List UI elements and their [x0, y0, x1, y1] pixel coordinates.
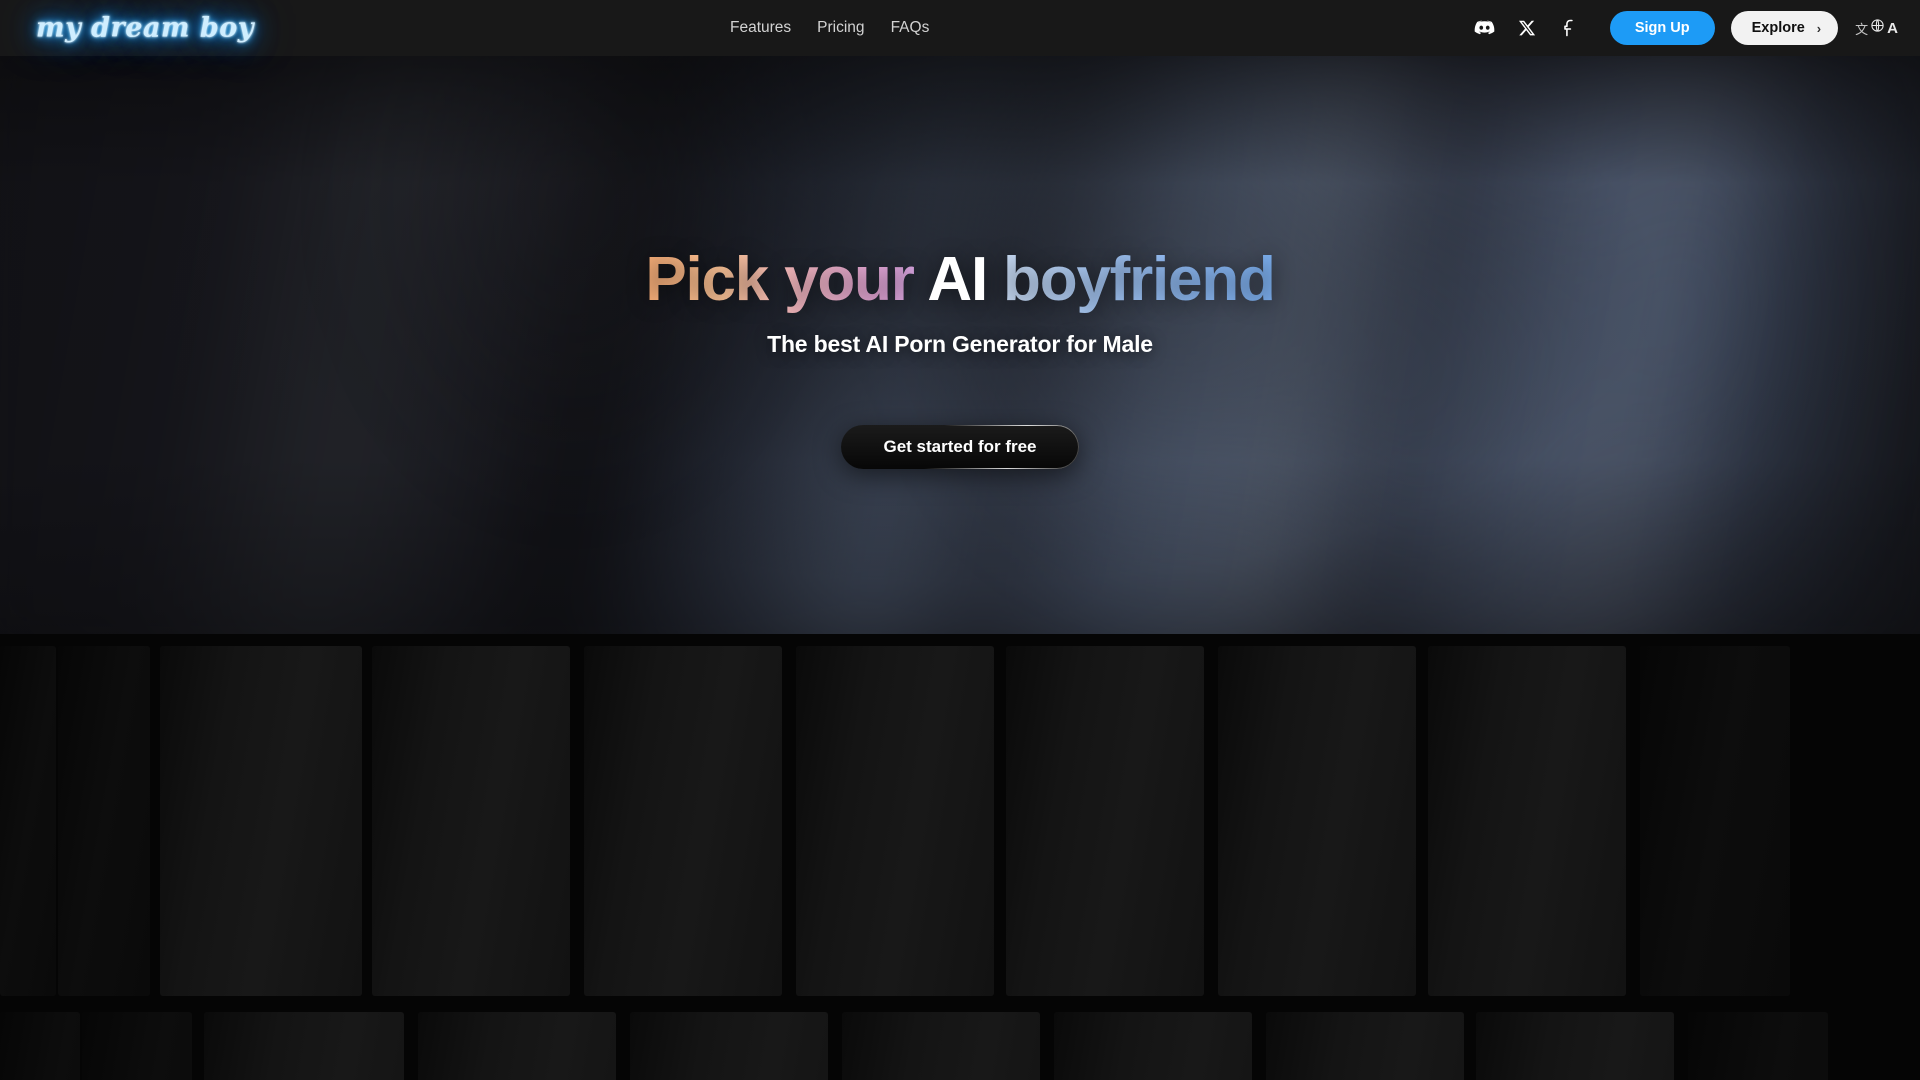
- site-header: my dream boy Features Pricing FAQs Sign …: [0, 0, 1920, 56]
- header-actions: Sign Up Explore › 文 A: [1464, 8, 1898, 48]
- gallery-card[interactable]: [1006, 646, 1204, 996]
- gallery-gap: [1252, 1012, 1266, 1080]
- gallery-gap: [828, 1012, 842, 1080]
- nav-item-pricing[interactable]: Pricing: [817, 19, 864, 37]
- gallery-card[interactable]: [0, 646, 56, 996]
- explore-button[interactable]: Explore ›: [1730, 11, 1839, 45]
- gallery-gap: [1674, 1012, 1688, 1080]
- gallery-card[interactable]: [1640, 646, 1790, 996]
- site-logo[interactable]: my dream boy: [36, 13, 254, 44]
- facebook-icon[interactable]: [1548, 8, 1590, 48]
- hero-cta-wrapper: Get started for free: [841, 425, 1079, 469]
- page-title: Pick your AI boyfriend: [645, 249, 1276, 311]
- hero-subtitle: The best AI Porn Generator for Male: [767, 331, 1153, 357]
- gallery-card[interactable]: [1054, 1012, 1252, 1080]
- gallery-card[interactable]: [584, 646, 782, 996]
- gallery-gap: [1464, 1012, 1476, 1080]
- gallery-gap: [994, 646, 1006, 996]
- x-twitter-icon[interactable]: [1506, 8, 1548, 48]
- gallery-gap: [1040, 1012, 1054, 1080]
- headline-part-2: AI: [927, 245, 1004, 314]
- gallery-section: [0, 634, 1920, 1080]
- gallery-gap: [404, 1012, 418, 1080]
- gallery-card[interactable]: [160, 646, 362, 996]
- gallery-row-2: [0, 1012, 1920, 1080]
- gallery-card[interactable]: [630, 1012, 828, 1080]
- headline-part-1: Pick your: [645, 245, 928, 314]
- gallery-card[interactable]: [418, 1012, 616, 1080]
- explore-button-label: Explore: [1751, 20, 1805, 36]
- discord-icon[interactable]: [1464, 8, 1506, 48]
- gallery-gap: [1204, 646, 1218, 996]
- gallery-card[interactable]: [1688, 1012, 1828, 1080]
- gallery-card[interactable]: [796, 646, 994, 996]
- gallery-card[interactable]: [1218, 646, 1416, 996]
- gallery-gap: [362, 646, 372, 996]
- gallery-card[interactable]: [58, 646, 150, 996]
- gallery-gap: [1626, 646, 1640, 996]
- gallery-card[interactable]: [842, 1012, 1040, 1080]
- headline-part-3: boyfriend: [1003, 245, 1276, 314]
- gallery-gap: [570, 646, 584, 996]
- gallery-card[interactable]: [82, 1012, 192, 1080]
- nav-item-features[interactable]: Features: [730, 19, 791, 37]
- gallery-gap: [150, 646, 160, 996]
- sign-up-button[interactable]: Sign Up: [1609, 11, 1715, 45]
- chinese-glyph-icon: 文: [1855, 21, 1869, 37]
- gallery-gap: [782, 646, 796, 996]
- hero-section: Pick your AI boyfriend The best AI Porn …: [0, 56, 1920, 634]
- gallery-card[interactable]: [372, 646, 570, 996]
- gallery-gap: [616, 1012, 630, 1080]
- gallery-gap: [192, 1012, 204, 1080]
- gallery-card[interactable]: [1428, 646, 1626, 996]
- main-nav: Features Pricing FAQs: [730, 19, 929, 37]
- get-started-button[interactable]: Get started for free: [841, 425, 1079, 469]
- gallery-card[interactable]: [0, 1012, 80, 1080]
- gallery-gap: [1416, 646, 1428, 996]
- globe-icon: [1870, 18, 1885, 38]
- gallery-card[interactable]: [1476, 1012, 1674, 1080]
- gallery-card[interactable]: [1266, 1012, 1464, 1080]
- chevron-right-icon: ›: [1816, 20, 1822, 36]
- gallery-card[interactable]: [204, 1012, 404, 1080]
- language-switcher[interactable]: 文 A: [1855, 18, 1898, 38]
- nav-item-faqs[interactable]: FAQs: [891, 19, 930, 37]
- gallery-row-1: [0, 646, 1920, 996]
- english-glyph-icon: A: [1887, 19, 1898, 37]
